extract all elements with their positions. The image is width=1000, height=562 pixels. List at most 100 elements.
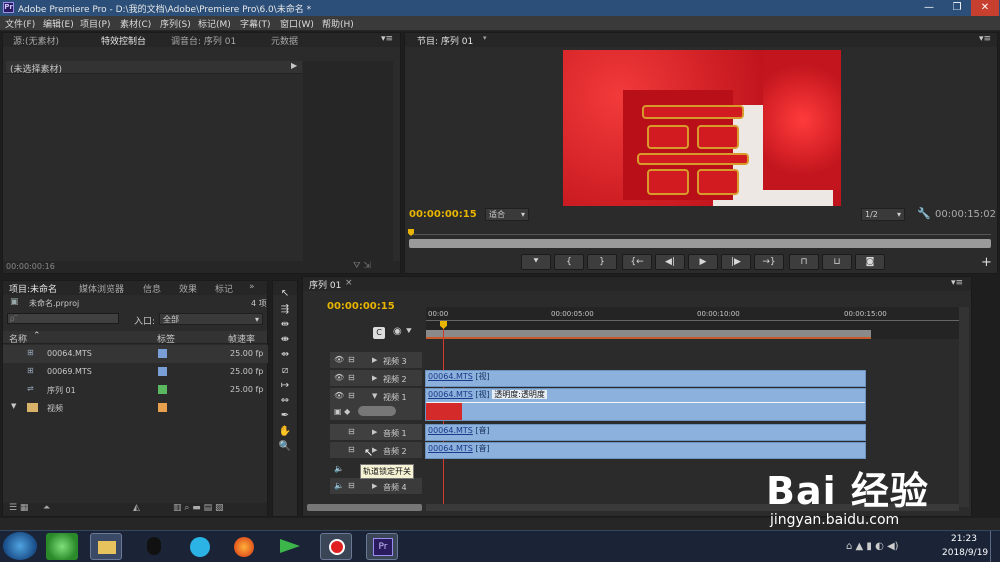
taskbar-media-icon[interactable]: [184, 533, 216, 560]
timeline-timecode[interactable]: 00:00:00:15: [327, 301, 395, 312]
opacity-line[interactable]: [426, 402, 865, 403]
lock-toggle-icon[interactable]: ⊟: [348, 481, 355, 490]
speaker-icon[interactable]: 🔈: [334, 464, 344, 473]
program-ruler[interactable]: [409, 229, 991, 235]
lift-button[interactable]: ⊓: [789, 254, 819, 270]
effect-dropdown[interactable]: 透明度:透明度: [492, 390, 547, 399]
tab-metadata[interactable]: 元数据: [271, 34, 298, 47]
razor-tool-icon[interactable]: ⧄: [278, 364, 292, 378]
expand-track-icon[interactable]: ▶: [372, 374, 377, 382]
ripple-edit-tool-icon[interactable]: ⇹: [278, 318, 292, 332]
resolution-dropdown[interactable]: 1/2 ▾: [861, 208, 905, 221]
rate-stretch-tool-icon[interactable]: ⇴: [278, 348, 292, 362]
lock-toggle-icon[interactable]: ⊟: [348, 445, 355, 454]
list-view-icon[interactable]: ☰ ▦: [9, 503, 28, 513]
menu-edit[interactable]: 编辑(E): [43, 17, 74, 30]
wrench-icon[interactable]: 🔧: [917, 207, 931, 220]
lock-toggle-icon[interactable]: ⊟: [348, 427, 355, 436]
project-item[interactable]: ▼ 视频: [3, 399, 268, 417]
track-header-video3[interactable]: 👁 ⊟ ▶ 视频 3: [330, 352, 422, 369]
panel-menu-icon[interactable]: ▾≡: [381, 34, 393, 44]
tab-project[interactable]: 项目:未命名: [9, 282, 57, 295]
taskbar-firefox-icon[interactable]: [228, 533, 260, 560]
snap-icon[interactable]: C: [373, 327, 385, 339]
track-header-audio4[interactable]: 🔈 ⊟ ▶ 音频 4: [330, 478, 422, 495]
menu-title[interactable]: 字幕(T): [240, 17, 271, 30]
show-desktop-button[interactable]: [990, 531, 1000, 562]
start-button[interactable]: [3, 532, 37, 560]
track-select-tool-icon[interactable]: ⇶: [278, 303, 292, 317]
export-frame-button[interactable]: ◙: [855, 254, 885, 270]
tab-effects[interactable]: 效果: [179, 282, 197, 295]
mark-in-button[interactable]: {: [554, 254, 584, 270]
button-editor-plus-icon[interactable]: +: [981, 255, 992, 270]
tab-markers[interactable]: 标记: [215, 282, 233, 295]
go-to-in-button[interactable]: {←: [622, 254, 652, 270]
taskbar-qq-icon[interactable]: [138, 533, 170, 560]
pen-tool-icon[interactable]: ✒: [278, 409, 292, 423]
speaker-icon[interactable]: 🔈: [334, 481, 344, 490]
menu-help[interactable]: 帮助(H): [322, 17, 354, 30]
menu-window[interactable]: 窗口(W): [280, 17, 314, 30]
project-action-icons[interactable]: ▥ ⌕ ▬ ▤ ▨: [173, 503, 224, 513]
step-forward-button[interactable]: |▶: [721, 254, 751, 270]
expand-arrow-icon[interactable]: ▶: [291, 61, 297, 70]
timeline-zoom-slider[interactable]: [307, 504, 422, 511]
zoom-tool-icon[interactable]: 🔍: [278, 440, 292, 454]
footer-icons[interactable]: ⛛ ⇲: [353, 261, 371, 271]
panel-overflow-icon[interactable]: »: [249, 282, 255, 292]
menu-project[interactable]: 项目(P): [80, 17, 110, 30]
project-item[interactable]: ⇌ 序列 01 25.00 fp: [3, 381, 268, 399]
taskbar-premiere-icon[interactable]: Pr: [366, 533, 398, 560]
column-framerate[interactable]: 帧速率: [228, 332, 255, 345]
tab-source[interactable]: 源:(无素材): [13, 34, 59, 47]
eye-icon[interactable]: 👁: [334, 391, 344, 400]
video-clip-v2[interactable]: 00064.MTS [视]: [425, 370, 866, 387]
step-back-button[interactable]: ◀|: [655, 254, 685, 270]
slide-tool-icon[interactable]: ⇔: [278, 394, 292, 408]
panel-menu-icon[interactable]: ▾≡: [951, 278, 963, 288]
folder-expand-icon[interactable]: ▼: [11, 402, 16, 410]
taskbar-camtasia-icon[interactable]: [274, 533, 306, 560]
slip-tool-icon[interactable]: ↦: [278, 379, 292, 393]
hand-tool-icon[interactable]: ✋: [278, 425, 292, 439]
taskbar-app-browser-icon[interactable]: [46, 533, 78, 560]
tab-audio-mixer[interactable]: 调音台: 序列 01: [171, 34, 236, 47]
zoom-slider-icon[interactable]: ◭: [133, 503, 140, 513]
eye-icon[interactable]: 👁: [334, 355, 344, 364]
collapse-track-icon[interactable]: ▼: [372, 392, 377, 400]
rolling-edit-tool-icon[interactable]: ⇼: [278, 333, 292, 347]
mark-out-button[interactable]: }: [587, 254, 617, 270]
display-style-icon[interactable]: ▣ ◆: [334, 407, 350, 416]
fit-dropdown[interactable]: 适合 ▾: [485, 208, 529, 221]
lock-toggle-icon[interactable]: ⊟: [348, 391, 355, 400]
add-marker-button[interactable]: ⯆: [521, 254, 551, 270]
tab-program[interactable]: 节目: 序列 01: [417, 34, 473, 47]
audio-clip-a1[interactable]: 00064.MTS [音]: [425, 424, 866, 441]
eye-icon[interactable]: 👁: [334, 373, 344, 382]
tab-sequence[interactable]: 序列 01: [309, 278, 341, 291]
project-search-input[interactable]: [7, 313, 119, 324]
audio-clip-a2[interactable]: 00064.MTS [音]: [425, 442, 866, 459]
maximize-button[interactable]: ❐: [943, 0, 971, 16]
lock-toggle-icon[interactable]: ⊟: [348, 355, 355, 364]
expand-track-icon[interactable]: ▶: [372, 482, 377, 490]
automate-icon[interactable]: ⏶: [43, 503, 50, 513]
track-header-audio2[interactable]: ⊟ ▶ 音频 2: [330, 442, 422, 459]
track-header-audio1[interactable]: ⊟ ▶ 音频 1: [330, 424, 422, 441]
go-to-out-button[interactable]: →}: [754, 254, 784, 270]
work-area-bar[interactable]: [426, 330, 871, 339]
taskbar-explorer-icon[interactable]: [90, 533, 122, 560]
column-label[interactable]: 标签: [157, 332, 175, 345]
keyframe-navigator[interactable]: [358, 406, 396, 416]
tab-effect-controls[interactable]: 特效控制台: [101, 34, 146, 47]
taskbar-recorder-icon[interactable]: [320, 533, 352, 560]
zoom-scrollbar[interactable]: [409, 239, 991, 248]
selection-tool-icon[interactable]: ↖: [278, 287, 292, 301]
track-header-video1[interactable]: 👁 ⊟ ▼ 视频 1 ▣ ◆: [330, 388, 422, 421]
project-item[interactable]: ⊞ 00064.MTS 25.00 fp: [3, 345, 268, 363]
tray-icons[interactable]: ⌂ ▲ ▮ ◐ ◀): [846, 541, 899, 552]
tab-media-browser[interactable]: 媒体浏览器: [79, 282, 124, 295]
close-button[interactable]: ✕: [971, 0, 999, 16]
project-item[interactable]: ⊞ 00069.MTS 25.00 fp: [3, 363, 268, 381]
